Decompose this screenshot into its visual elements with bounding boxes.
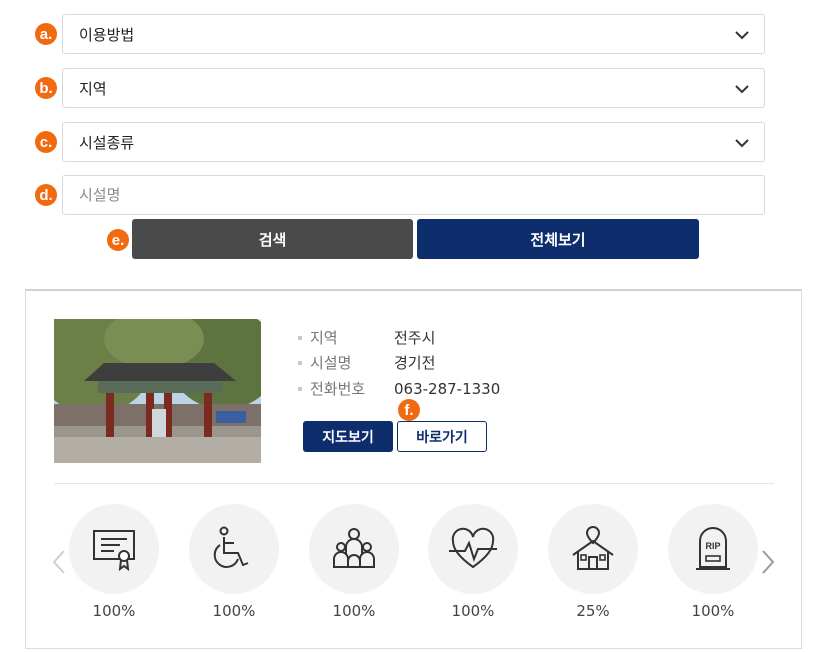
view-map-button[interactable]: 지도보기 — [303, 421, 393, 452]
amenity-percent: 100% — [92, 602, 136, 620]
marker-d: d. — [35, 184, 57, 206]
chevron-left-icon[interactable] — [52, 549, 66, 575]
result-card: 지역 전주시 시설명 경기전 전화번호 063-287-1330 f. 지도보기… — [25, 289, 802, 649]
wheelchair-icon — [213, 526, 249, 568]
facility-name-input[interactable] — [62, 175, 765, 215]
facility-type-value: 시설종류 — [79, 133, 135, 152]
amenity-item[interactable]: 100% — [189, 504, 279, 620]
info-row-phone: 전화번호 063-287-1330 — [298, 378, 500, 399]
amenity-item[interactable]: 100% — [309, 504, 399, 620]
info-row-region: 지역 전주시 — [298, 327, 435, 348]
facility-type-select[interactable]: 시설종류 — [62, 122, 765, 162]
region-select[interactable]: 지역 — [62, 68, 765, 108]
amenity-percent: 100% — [451, 602, 495, 620]
amenity-percent: 100% — [691, 602, 735, 620]
region-value: 지역 — [79, 79, 107, 98]
divider — [54, 483, 774, 484]
search-button[interactable]: 검색 — [132, 219, 413, 259]
tombstone-text: RIP — [705, 541, 720, 551]
amenity-percent: 100% — [212, 602, 256, 620]
bullet-icon — [298, 360, 302, 365]
facility-photo — [54, 319, 261, 463]
amenity-item[interactable]: 100% — [69, 504, 159, 620]
info-value: 063-287-1330 — [394, 379, 501, 398]
house-location-icon — [572, 525, 614, 570]
chevron-down-icon — [735, 139, 749, 148]
tombstone-icon: RIP — [696, 527, 730, 570]
info-label: 전화번호 — [310, 380, 366, 398]
amenity-item[interactable]: RIP 100% — [668, 504, 758, 620]
info-row-facility-name: 시설명 경기전 — [298, 352, 435, 373]
marker-a: a. — [35, 23, 57, 45]
chevron-down-icon — [735, 31, 749, 40]
go-to-button[interactable]: 바로가기 — [397, 421, 487, 452]
bullet-icon — [298, 335, 302, 340]
usage-method-value: 이용방법 — [79, 25, 135, 44]
info-value: 전주시 — [394, 329, 436, 347]
amenity-item[interactable]: 100% — [428, 504, 518, 620]
amenity-percent: 100% — [332, 602, 376, 620]
amenity-item[interactable]: 25% — [548, 504, 638, 620]
family-icon — [333, 528, 375, 568]
heartbeat-icon — [449, 527, 497, 569]
marker-b: b. — [35, 77, 57, 99]
view-all-button[interactable]: 전체보기 — [417, 219, 699, 259]
marker-c: c. — [35, 131, 57, 153]
info-value: 경기전 — [394, 354, 436, 372]
certificate-icon — [93, 530, 135, 572]
amenity-percent: 25% — [576, 602, 610, 620]
chevron-down-icon — [735, 85, 749, 94]
marker-e: e. — [107, 229, 129, 251]
info-label: 시설명 — [310, 354, 352, 372]
bullet-icon — [298, 386, 302, 391]
usage-method-select[interactable]: 이용방법 — [62, 14, 765, 54]
marker-f: f. — [398, 399, 420, 421]
info-label: 지역 — [310, 329, 338, 347]
chevron-right-icon[interactable] — [761, 549, 775, 575]
